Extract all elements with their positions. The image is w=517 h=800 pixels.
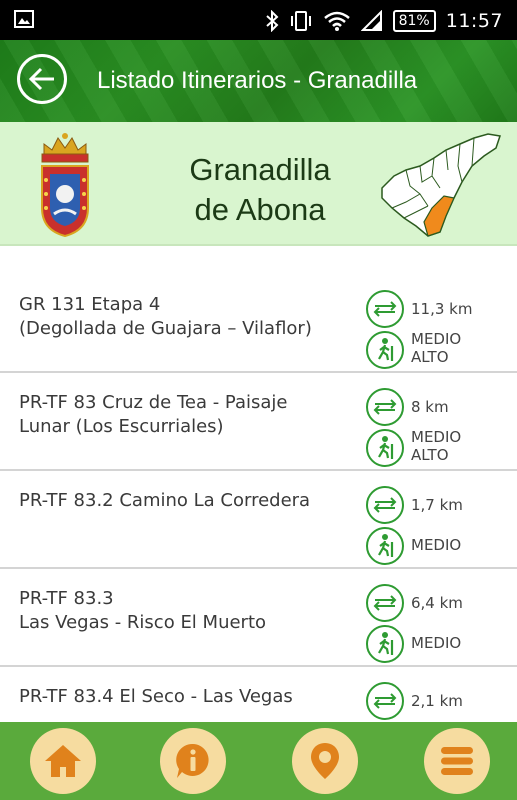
app-bar: Listado Itinerarios - Granadilla xyxy=(0,40,517,122)
route-name: PR-TF 83.2 Camino La Corredera xyxy=(19,490,311,511)
route-distance: 6,4 km xyxy=(411,594,463,612)
image-icon xyxy=(14,10,34,28)
hiker-icon xyxy=(366,429,404,467)
menu-list-icon xyxy=(441,747,473,775)
route-name: PR-TF 83.4 El Seco - Las Vegas xyxy=(19,686,293,707)
route-name: GR 131 Etapa 4 (Degollada de Guajara – V… xyxy=(19,294,312,339)
signal-icon xyxy=(360,10,382,31)
route-distance: 8 km xyxy=(411,398,449,416)
route-difficulty: MEDIO ALTO xyxy=(411,330,462,366)
municipality-name-line1: Granadilla xyxy=(189,152,331,187)
page-title: Listado Itinerarios - Granadilla xyxy=(97,67,418,94)
distance-icon xyxy=(366,682,404,720)
bottom-nav xyxy=(0,722,517,800)
route-distance: 2,1 km xyxy=(411,692,463,710)
back-button[interactable] xyxy=(17,54,67,104)
municipality-name: Granadilla de Abona xyxy=(150,150,370,230)
list-item[interactable]: PR-TF 83.4 El Seco - Las Vegas 2,1 km xyxy=(0,667,517,722)
home-button[interactable] xyxy=(30,728,96,794)
list-item[interactable]: PR-TF 83.2 Camino La Corredera 1,7 km ME… xyxy=(0,471,517,569)
info-button[interactable] xyxy=(160,728,226,794)
list-item[interactable]: GR 131 Etapa 4 (Degollada de Guajara – V… xyxy=(0,275,517,373)
route-difficulty: MEDIO xyxy=(411,634,462,652)
back-arrow-icon xyxy=(28,67,54,91)
location-button[interactable] xyxy=(292,728,358,794)
bluetooth-icon xyxy=(265,10,279,32)
clock: 11:57 xyxy=(445,10,503,32)
status-bar: 81% 11:57 xyxy=(0,0,517,40)
list-item[interactable]: PR-TF 83 Cruz de Tea - Paisaje Lunar (Lo… xyxy=(0,373,517,471)
distance-icon xyxy=(366,290,404,328)
route-name: PR-TF 83.3 Las Vegas - Risco El Muerto xyxy=(19,588,267,633)
menu-button[interactable] xyxy=(424,728,490,794)
info-icon xyxy=(176,743,209,778)
municipality-banner: Granadilla de Abona xyxy=(0,122,517,246)
hiker-icon xyxy=(366,527,404,565)
vibrate-icon xyxy=(290,11,311,31)
distance-icon xyxy=(366,584,404,622)
distance-icon xyxy=(366,388,404,426)
map-pin-icon xyxy=(311,743,339,779)
route-difficulty: MEDIO ALTO xyxy=(411,428,462,464)
route-difficulty: MEDIO xyxy=(411,536,462,554)
coat-of-arms-icon xyxy=(41,133,89,238)
distance-icon xyxy=(366,486,404,524)
route-list[interactable]: GR 131 Etapa 4 (Degollada de Guajara – V… xyxy=(0,246,517,722)
battery-indicator: 81% xyxy=(392,10,436,32)
island-map-icon xyxy=(381,133,501,237)
hiker-icon xyxy=(366,331,404,369)
list-item[interactable]: PR-TF 83.3 Las Vegas - Risco El Muerto 6… xyxy=(0,569,517,667)
home-icon xyxy=(45,745,81,777)
hiker-icon xyxy=(366,625,404,663)
route-distance: 11,3 km xyxy=(411,300,473,318)
route-name: PR-TF 83 Cruz de Tea - Paisaje Lunar (Lo… xyxy=(19,392,288,437)
route-distance: 1,7 km xyxy=(411,496,463,514)
wifi-icon xyxy=(323,11,350,31)
municipality-name-line2: de Abona xyxy=(194,192,326,227)
